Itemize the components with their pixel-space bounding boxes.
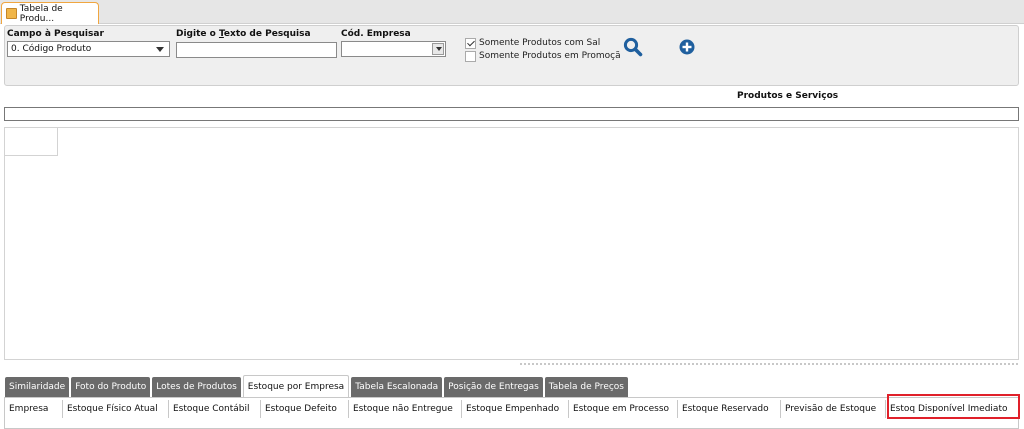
tab-estoque-por-empresa[interactable]: Estoque por Empresa — [242, 375, 350, 397]
search-icon — [623, 37, 643, 57]
column-header[interactable]: Estoque Contábil — [169, 400, 261, 418]
chk-saldo-label: Somente Produtos com Sal — [479, 38, 601, 48]
column-header[interactable]: Empresa — [5, 400, 63, 418]
document-tab-bar: Tabela de Produ... — [0, 0, 1024, 24]
search-panel: Campo à Pesquisar 0. Código Produto Digi… — [4, 25, 1019, 86]
filter-bar[interactable] — [4, 107, 1019, 121]
chevron-down-icon — [156, 47, 164, 52]
campo-value: 0. Código Produto — [11, 44, 92, 54]
texto-input[interactable] — [176, 42, 337, 58]
empresa-dropdown-button[interactable] — [432, 43, 444, 55]
column-header[interactable]: Estoque Empenhado — [462, 400, 569, 418]
chk-promo-checkbox[interactable] — [465, 51, 476, 62]
document-tab[interactable]: Tabela de Produ... — [1, 2, 99, 24]
tab-foto-do-produto[interactable]: Foto do Produto — [71, 377, 151, 397]
grid-corner-cell — [5, 128, 58, 156]
chk-saldo-checkbox[interactable] — [465, 38, 476, 49]
detail-tabs: Similaridade Foto do Produto Lotes de Pr… — [5, 375, 628, 397]
column-header[interactable]: Estoque Reservado — [678, 400, 781, 418]
tab-lotes-de-produtos[interactable]: Lotes de Produtos — [152, 377, 241, 397]
products-grid[interactable] — [4, 127, 1019, 360]
column-header[interactable]: Estoque em Processo — [569, 400, 678, 418]
stock-table-header: Empresa Estoque Físico Atual Estoque Con… — [5, 400, 1018, 418]
splitter[interactable] — [4, 361, 1019, 367]
column-header[interactable]: Estoq Disponível Imediato — [886, 400, 1018, 418]
tab-tabela-escalonada[interactable]: Tabela Escalonada — [351, 377, 443, 397]
empresa-select[interactable] — [341, 41, 446, 57]
tab-similaridade[interactable]: Similaridade — [5, 377, 70, 397]
campo-label: Campo à Pesquisar — [7, 29, 104, 39]
add-button[interactable] — [678, 38, 696, 56]
tab-tabela-de-precos[interactable]: Tabela de Preços — [544, 377, 628, 397]
plus-circle-icon — [679, 39, 695, 55]
column-header[interactable]: Estoque Defeito — [261, 400, 349, 418]
column-header[interactable]: Previsão de Estoque — [781, 400, 886, 418]
document-tab-label: Tabela de Produ... — [19, 3, 63, 24]
box-icon — [6, 8, 17, 19]
tab-posicao-de-entregas[interactable]: Posição de Entregas — [444, 377, 543, 397]
column-header[interactable]: Estoque não Entregue — [349, 400, 462, 418]
empresa-label: Cód. Empresa — [341, 29, 411, 39]
stock-table: Empresa Estoque Físico Atual Estoque Con… — [4, 397, 1019, 429]
splitter-grip — [519, 363, 1019, 365]
chk-promo-label: Somente Produtos em Promoçã — [479, 51, 621, 61]
texto-label: Digite o Texto de Pesquisa — [176, 29, 311, 39]
column-header[interactable]: Estoque Físico Atual — [63, 400, 169, 418]
campo-select[interactable]: 0. Código Produto — [7, 41, 170, 57]
chevron-down-icon — [436, 47, 442, 51]
section-title: Produtos e Serviços — [737, 91, 839, 101]
search-button[interactable] — [622, 36, 644, 58]
